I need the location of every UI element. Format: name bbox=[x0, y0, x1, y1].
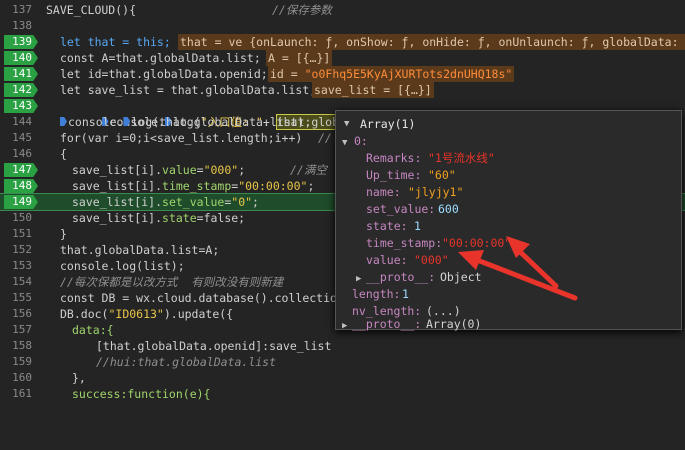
annotation-arrows bbox=[458, 236, 578, 301]
line-number[interactable]: 142 bbox=[0, 82, 32, 98]
line-number[interactable]: 149 bbox=[0, 194, 32, 210]
line-number[interactable]: 147 bbox=[0, 162, 32, 178]
line-number[interactable]: 139 bbox=[0, 34, 32, 50]
line-number[interactable]: 141 bbox=[0, 66, 32, 82]
line-number[interactable]: 148 bbox=[0, 178, 32, 194]
line-number[interactable]: 143 bbox=[0, 98, 32, 114]
line-number[interactable]: 140 bbox=[0, 50, 32, 66]
